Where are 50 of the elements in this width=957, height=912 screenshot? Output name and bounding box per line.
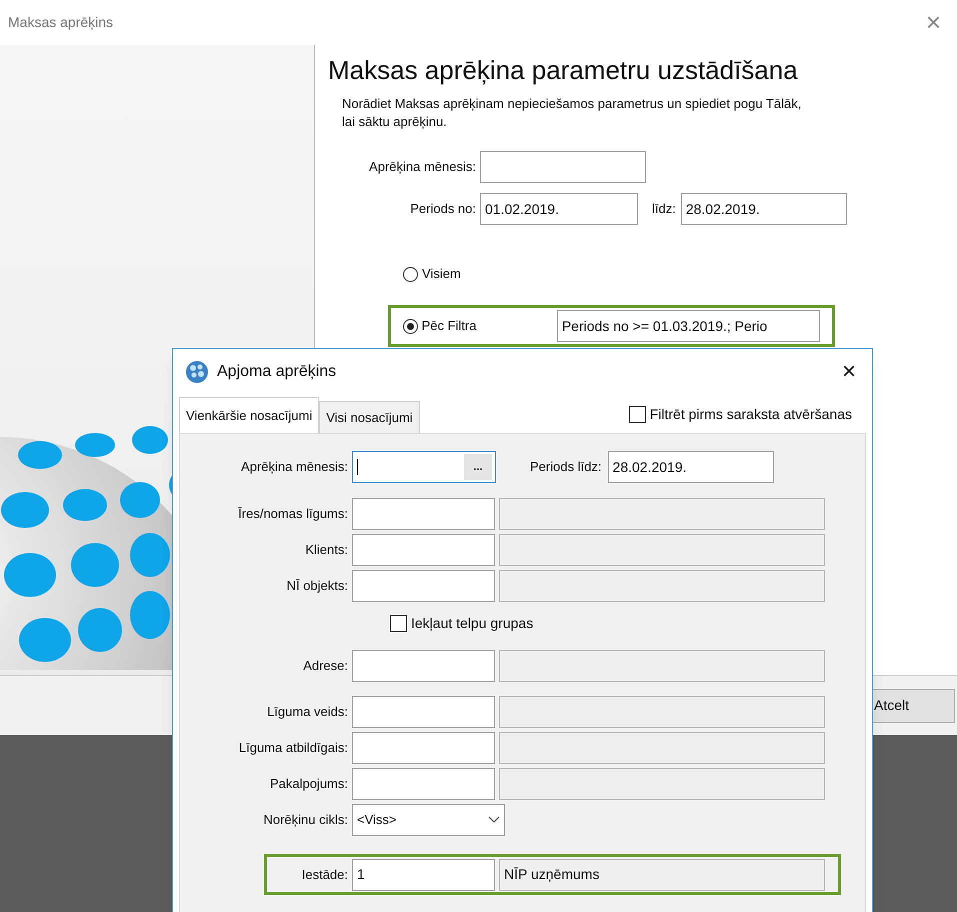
checkbox[interactable] [390,614,407,632]
filter-field[interactable]: Periods no >= 01.03.2019.; Perio [556,310,820,342]
field-label: Klients: [304,541,349,560]
checkbox-label: Iekļaut telpu grupas [411,614,534,633]
field-label: NĪ objekts: [286,577,349,596]
field-label: Adrese: [302,657,349,676]
wizard-heading: Maksas aprēķina parametru uzstādīšana [328,54,799,87]
code-field[interactable] [352,650,495,682]
tab[interactable]: Vienkāršie nosacījumi [179,397,320,433]
window-title: Maksas aprēķins [8,13,114,32]
checkbox[interactable] [628,406,646,423]
code-field[interactable] [352,768,495,800]
field-label: līdz: [652,200,676,218]
radio-label: Pēc Filtra [422,317,478,336]
field-label: Aprēķina mēnesis: [240,458,349,476]
input-field[interactable] [480,151,646,183]
wizard-description: Norādiet Maksas aprēķinam nepieciešamos parametrus un spiediet pogu Tālāk, lai sāktu aprēķinu. [342,95,802,131]
chevron-down-icon [488,816,500,824]
browse-button[interactable]: ... [464,454,492,480]
field-label: Līguma atbildīgais: [238,739,349,758]
checkbox-label: Filtrēt pirms saraksta atvēršanas [650,405,852,424]
globe-icon [185,360,209,384]
code-field[interactable]: 1 [352,858,495,890]
radio-label: Visiem [422,265,462,284]
radio-button[interactable] [403,318,418,334]
text-cursor [357,459,358,475]
field-label: Iestāde: [300,866,349,884]
dropdown[interactable]: <Viss> [352,804,505,836]
code-field[interactable] [352,498,495,530]
field-label: Aprēķina mēnesis: [368,158,477,176]
input-field[interactable]: ... [352,451,496,483]
field-label: Periods līdz: [530,458,602,476]
code-field[interactable] [352,570,495,602]
code-field[interactable] [352,696,495,728]
input-field[interactable]: 28.02.2019. [608,451,774,483]
field-label: Līguma veids: [266,703,349,722]
radio-button[interactable] [403,266,418,282]
tab[interactable]: Visi nosacījumi [319,401,420,433]
close-button[interactable]: × [842,360,856,384]
input-field[interactable]: 28.02.2019. [680,193,847,225]
field-label: Pakalpojums: [268,775,349,794]
input-field[interactable]: 01.02.2019. [480,193,638,225]
code-field[interactable] [352,732,495,764]
close-button[interactable]: × [918,3,949,42]
dialog-title: Apjoma aprēķins [217,362,336,382]
field-label: Norēķinu cikls: [262,811,349,830]
field-label: Īres/nomas līgums: [237,505,349,524]
code-field[interactable] [352,534,495,566]
name-field: NĪP uzņēmums [499,858,825,890]
field-label: Periods no: [409,200,477,218]
